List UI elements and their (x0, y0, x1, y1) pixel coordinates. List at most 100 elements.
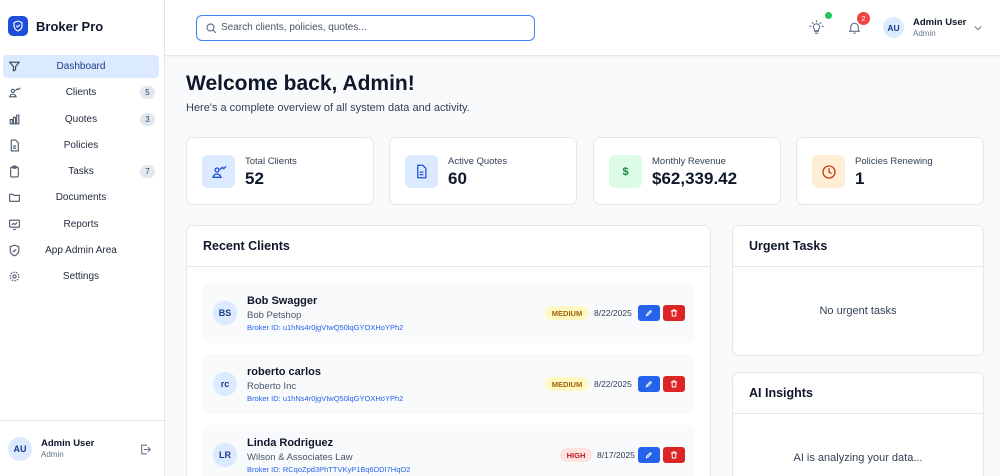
card-title: Urgent Tasks (749, 239, 828, 253)
search-box[interactable] (196, 15, 535, 41)
client-date: 8/17/2025 (597, 450, 635, 460)
client-company: Bob Petshop (247, 310, 302, 321)
stat-value: $62,339.42 (652, 169, 738, 188)
recent-clients-card: Recent Clients BS Bob Swagger Bob Petsho… (186, 225, 711, 476)
empty-state-text: No urgent tasks (819, 305, 897, 317)
client-name: roberto carlos (247, 366, 321, 378)
client-broker-id: Broker ID: u1hNs4r0jgVIwQ50lqGYOXHoYPh2 (247, 323, 404, 332)
users-chart-icon (8, 87, 21, 98)
priority-badge: HIGH (560, 448, 592, 462)
sidebar-item-label: Settings (62, 271, 100, 283)
sidebar-item-dashboard[interactable]: Dashboard (3, 55, 159, 78)
delete-button[interactable] (663, 305, 685, 321)
sidebar-item-reports[interactable]: Reports (3, 213, 159, 236)
client-company: Roberto Inc (247, 381, 297, 392)
avatar[interactable]: AU (8, 436, 32, 461)
sidebar-item-settings[interactable]: Settings (3, 265, 159, 288)
client-date: 8/22/2025 (594, 308, 632, 318)
sidebar-item-tasks[interactable]: Tasks 7 (3, 160, 159, 183)
client-row[interactable]: rc roberto carlos Roberto Inc Broker ID:… (203, 354, 694, 414)
user-role: Admin (913, 29, 936, 38)
sidebar-user-panel: AU Admin User Admin (0, 420, 164, 476)
client-name: Linda Rodriguez (247, 437, 334, 449)
delete-button[interactable] (663, 376, 685, 392)
avatar: BS (213, 301, 237, 325)
client-broker-id: Broker ID: u1hNs4r0jgVIwQ50lqGYOXHoYPh2 (247, 394, 404, 403)
client-broker-id: Broker ID: RCqoZpd3PhTTVKyP1Bq6DDI7HqO2 (247, 465, 411, 474)
page-title: Welcome back, Admin! (186, 72, 415, 95)
card-title: Recent Clients (203, 239, 290, 253)
sidebar-item-label: Dashboard (56, 61, 106, 72)
sidebar-item-documents[interactable]: Documents (3, 186, 159, 209)
user-name: Admin User (41, 438, 95, 449)
brand[interactable]: Broker Pro (0, 0, 164, 52)
avatar: LR (213, 443, 237, 467)
stat-label: Policies Renewing (855, 156, 933, 167)
bar-chart-icon (9, 114, 20, 124)
sidebar-item-clients[interactable]: Clients 5 (3, 81, 159, 104)
delete-button[interactable] (663, 447, 685, 463)
pencil-icon (645, 451, 653, 459)
stat-label: Total Clients (245, 156, 297, 167)
search-icon (206, 23, 217, 34)
sidebar-item-policies[interactable]: Policies (3, 134, 159, 157)
edit-button[interactable] (638, 447, 660, 463)
edit-button[interactable] (638, 376, 660, 392)
document-icon (10, 139, 19, 152)
page-subtitle: Here's a complete overview of all system… (186, 102, 470, 114)
dollar-icon: $ (609, 155, 642, 188)
urgent-tasks-card: Urgent Tasks No urgent tasks (732, 225, 984, 356)
filter-icon (9, 61, 20, 72)
clipboard-icon (10, 165, 19, 178)
sidebar-item-label: Clients (65, 87, 97, 99)
ai-insights-card: AI Insights AI is analyzing your data... (732, 372, 984, 476)
avatar: rc (213, 372, 237, 396)
stat-value: 52 (245, 169, 264, 188)
sidebar-item-label: Documents (55, 192, 107, 204)
count-badge: 3 (140, 112, 155, 126)
trash-icon (670, 380, 678, 388)
client-date: 8/22/2025 (594, 379, 632, 389)
top-header: 2 AU Admin User Admin (165, 0, 1000, 56)
card-title: AI Insights (749, 386, 813, 400)
sidebar: Broker Pro Dashboard Clients 5 Quotes 3 … (0, 0, 165, 476)
report-icon (9, 219, 20, 230)
client-row[interactable]: BS Bob Swagger Bob Petshop Broker ID: u1… (203, 283, 694, 343)
user-role: Admin (41, 450, 64, 459)
stat-label: Active Quotes (448, 156, 508, 167)
client-row[interactable]: LR Linda Rodriguez Wilson & Associates L… (203, 425, 694, 476)
client-company: Wilson & Associates Law (247, 452, 353, 463)
priority-badge: MEDIUM (545, 377, 589, 391)
lightbulb-icon[interactable] (809, 20, 824, 35)
shield-logo-icon (8, 16, 28, 36)
trash-icon (670, 451, 678, 459)
edit-button[interactable] (638, 305, 660, 321)
brand-name: Broker Pro (36, 18, 104, 34)
stat-card-total-clients[interactable]: Total Clients 52 (186, 137, 374, 205)
divider (733, 413, 983, 414)
search-input[interactable] (221, 19, 521, 36)
clock-icon (812, 155, 845, 188)
chevron-down-icon[interactable] (973, 23, 983, 33)
count-badge: 7 (140, 165, 155, 179)
header-user-menu[interactable]: AU Admin User Admin (883, 17, 966, 38)
document-icon (405, 155, 438, 188)
pencil-icon (645, 380, 653, 388)
users-chart-icon (202, 155, 235, 188)
notification-badge: 2 (857, 12, 870, 25)
divider (733, 266, 983, 267)
logout-icon[interactable] (139, 443, 152, 456)
stat-value: 60 (448, 169, 467, 188)
stat-card-monthly-revenue[interactable]: $ Monthly Revenue $62,339.42 (593, 137, 781, 205)
sidebar-nav: Dashboard Clients 5 Quotes 3 Policies Ta… (0, 52, 164, 288)
sidebar-item-app-admin-area[interactable]: App Admin Area (3, 239, 159, 262)
sidebar-item-label: Quotes (64, 113, 98, 125)
stat-card-policies-renewing[interactable]: Policies Renewing 1 (796, 137, 984, 205)
sidebar-item-quotes[interactable]: Quotes 3 (3, 108, 159, 131)
stat-card-active-quotes[interactable]: Active Quotes 60 (389, 137, 577, 205)
pencil-icon (645, 309, 653, 317)
avatar: AU (883, 17, 904, 38)
trash-icon (670, 309, 678, 317)
divider (187, 266, 710, 267)
gear-icon (9, 272, 20, 282)
